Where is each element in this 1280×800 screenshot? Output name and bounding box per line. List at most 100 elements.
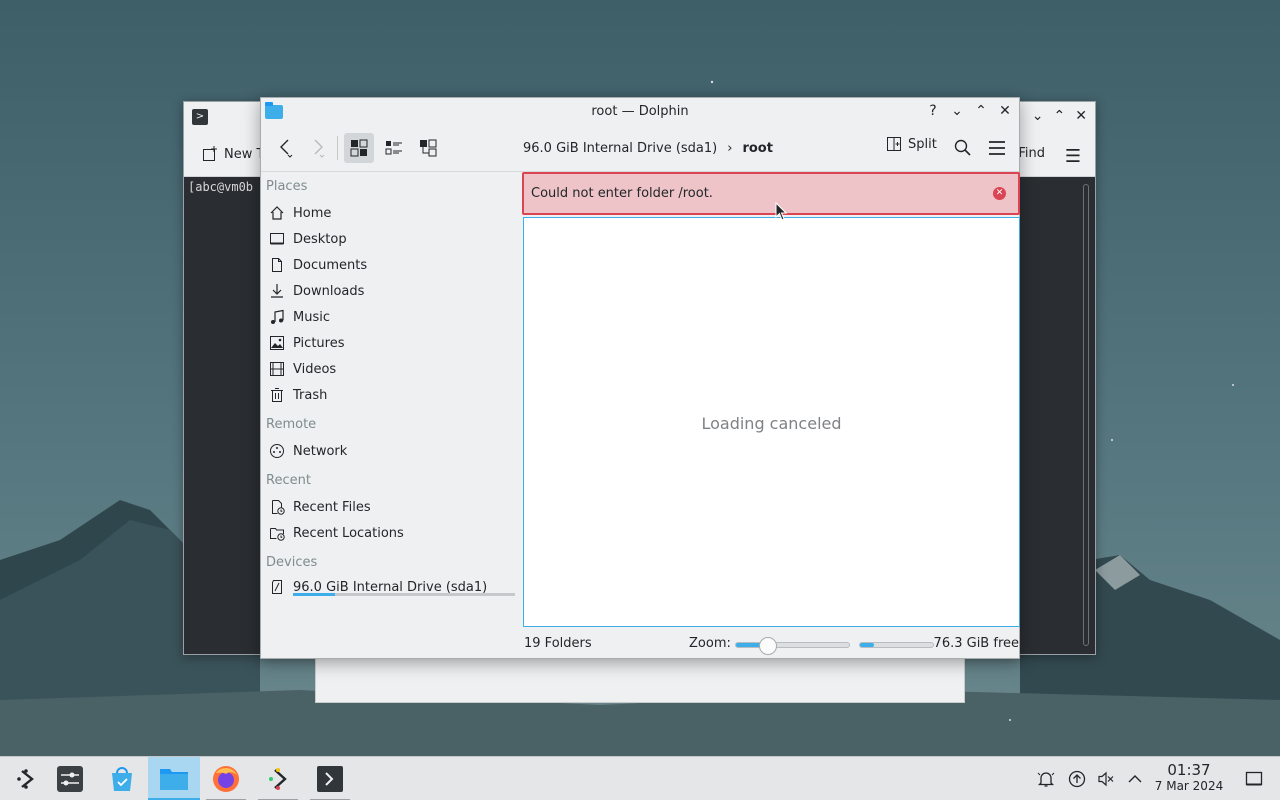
notifications-icon[interactable] [1036, 769, 1056, 789]
error-message: Could not enter folder /root. [531, 186, 713, 201]
places-item-videos[interactable]: Videos [269, 357, 336, 381]
terminal-icon: > [192, 109, 208, 125]
split-view-icon [887, 137, 901, 151]
launcher-icon [17, 769, 34, 789]
kdeconnect-icon [269, 768, 287, 790]
folder-count: 19 Folders [524, 636, 592, 651]
clock-date: 7 Mar 2024 [1154, 779, 1224, 793]
konsole-task[interactable] [304, 757, 356, 800]
places-item-network[interactable]: Network [269, 439, 347, 463]
hamburger-menu-icon [989, 141, 1005, 155]
downloads-icon [271, 284, 283, 298]
find-button[interactable]: Find [1018, 146, 1045, 161]
free-space-fill [860, 643, 874, 647]
chevron-right-icon: › [727, 141, 733, 156]
places-item-trash[interactable]: Trash [269, 383, 327, 407]
minimize-button[interactable]: ⌄ [1032, 108, 1044, 124]
device-usage-bar [293, 593, 515, 596]
toolbar-separator [337, 136, 338, 160]
split-button[interactable]: Split [886, 136, 937, 152]
terminal-icon [317, 766, 343, 792]
mouse-cursor-icon [775, 202, 788, 221]
documents-icon [272, 258, 282, 272]
tree-view-button[interactable] [413, 133, 443, 163]
terminal-scrollbar[interactable] [1083, 184, 1089, 646]
kdeconnect-task[interactable] [252, 757, 304, 800]
taskbar: 01:37 7 Mar 2024 [0, 756, 1280, 800]
file-view[interactable]: Loading canceled [523, 217, 1020, 627]
places-panel: Places Home Desktop Documents Downloads … [261, 173, 523, 658]
device-usage-fill [293, 593, 336, 596]
minimize-button[interactable]: ⌄ [949, 102, 965, 120]
network-icon [270, 444, 284, 458]
discover-button[interactable] [96, 757, 148, 800]
dolphin-task[interactable] [148, 757, 200, 800]
close-button[interactable]: ✕ [997, 102, 1013, 120]
maximize-button[interactable]: ⌃ [1054, 108, 1066, 124]
go-previous-icon [280, 139, 293, 158]
places-item-home[interactable]: Home [269, 201, 331, 225]
places-item-music[interactable]: Music [269, 305, 330, 329]
window-controls: ? ⌄ ⌃ ✕ [925, 102, 1013, 120]
terminal-prompt: [abc@vm0b [188, 180, 254, 194]
music-icon [271, 309, 284, 324]
hamburger-menu-button[interactable] [985, 136, 1009, 160]
error-message-bar: Could not enter folder /root. ✕ [522, 172, 1020, 215]
zoom-slider[interactable] [735, 637, 850, 655]
firefox-task[interactable] [200, 757, 252, 800]
updates-icon[interactable] [1067, 769, 1087, 789]
system-settings-button[interactable] [44, 757, 96, 800]
icons-view-button[interactable] [344, 133, 374, 163]
free-space-label: 76.3 GiB free [933, 636, 1019, 651]
places-item-recent-locations[interactable]: Recent Locations [269, 521, 404, 545]
view-details-icon [385, 141, 402, 155]
volume-muted-icon[interactable] [1096, 769, 1116, 789]
firefox-icon [213, 766, 239, 792]
section-remote: Remote [266, 417, 317, 432]
forward-button[interactable] [303, 133, 333, 163]
places-item-documents[interactable]: Documents [269, 253, 367, 277]
zoom-slider-handle[interactable] [758, 637, 777, 655]
recent-locations-icon [270, 528, 285, 541]
places-item-downloads[interactable]: Downloads [269, 279, 364, 303]
view-icons-icon [350, 139, 368, 157]
chevron-up-icon[interactable] [1125, 769, 1145, 789]
breadcrumb: 96.0 GiB Internal Drive (sda1) › root [523, 141, 773, 156]
settings-icon [57, 766, 83, 792]
back-button[interactable] [271, 133, 301, 163]
trash-icon [271, 388, 283, 402]
hamburger-menu-icon[interactable]: ☰ [1065, 146, 1081, 167]
discover-icon [112, 767, 132, 791]
recent-files-icon [272, 500, 285, 515]
places-item-recent-files[interactable]: Recent Files [269, 495, 371, 519]
dolphin-titlebar[interactable]: root — Dolphin ? ⌄ ⌃ ✕ [261, 98, 1019, 126]
show-desktop-icon[interactable] [1244, 769, 1264, 789]
section-devices: Devices [266, 555, 318, 570]
section-places: Places [266, 179, 308, 194]
close-error-icon[interactable]: ✕ [993, 187, 1006, 200]
desktop-icon [270, 233, 284, 245]
empty-view-message: Loading canceled [701, 414, 842, 433]
split-label: Split [908, 136, 937, 152]
search-button[interactable] [951, 136, 975, 160]
digital-clock[interactable]: 01:37 7 Mar 2024 [1150, 761, 1228, 794]
clock-time: 01:37 [1167, 761, 1211, 779]
drive-icon [272, 580, 282, 594]
videos-icon [270, 362, 284, 376]
status-bar: 19 Folders Zoom: 76.3 GiB free [523, 634, 1020, 656]
close-button[interactable]: ✕ [1075, 108, 1087, 124]
home-icon [270, 206, 284, 220]
help-button[interactable]: ? [925, 102, 941, 120]
details-view-button[interactable] [379, 133, 409, 163]
places-item-pictures[interactable]: Pictures [269, 331, 344, 355]
folder-icon [160, 768, 188, 790]
places-item-desktop[interactable]: Desktop [269, 227, 347, 251]
breadcrumb-drive[interactable]: 96.0 GiB Internal Drive (sda1) [523, 141, 717, 156]
dolphin-window[interactable]: root — Dolphin ? ⌄ ⌃ ✕ 96.0 GiB Internal… [260, 97, 1020, 659]
breadcrumb-current[interactable]: root [742, 141, 773, 156]
konsole-window-controls: ⌄ ⌃ ✕ [1032, 108, 1087, 124]
maximize-button[interactable]: ⌃ [973, 102, 989, 120]
new-tab-icon [203, 146, 217, 161]
window-title: root — Dolphin [591, 104, 689, 119]
main-toolbar: 96.0 GiB Internal Drive (sda1) › root Sp… [261, 126, 1019, 172]
